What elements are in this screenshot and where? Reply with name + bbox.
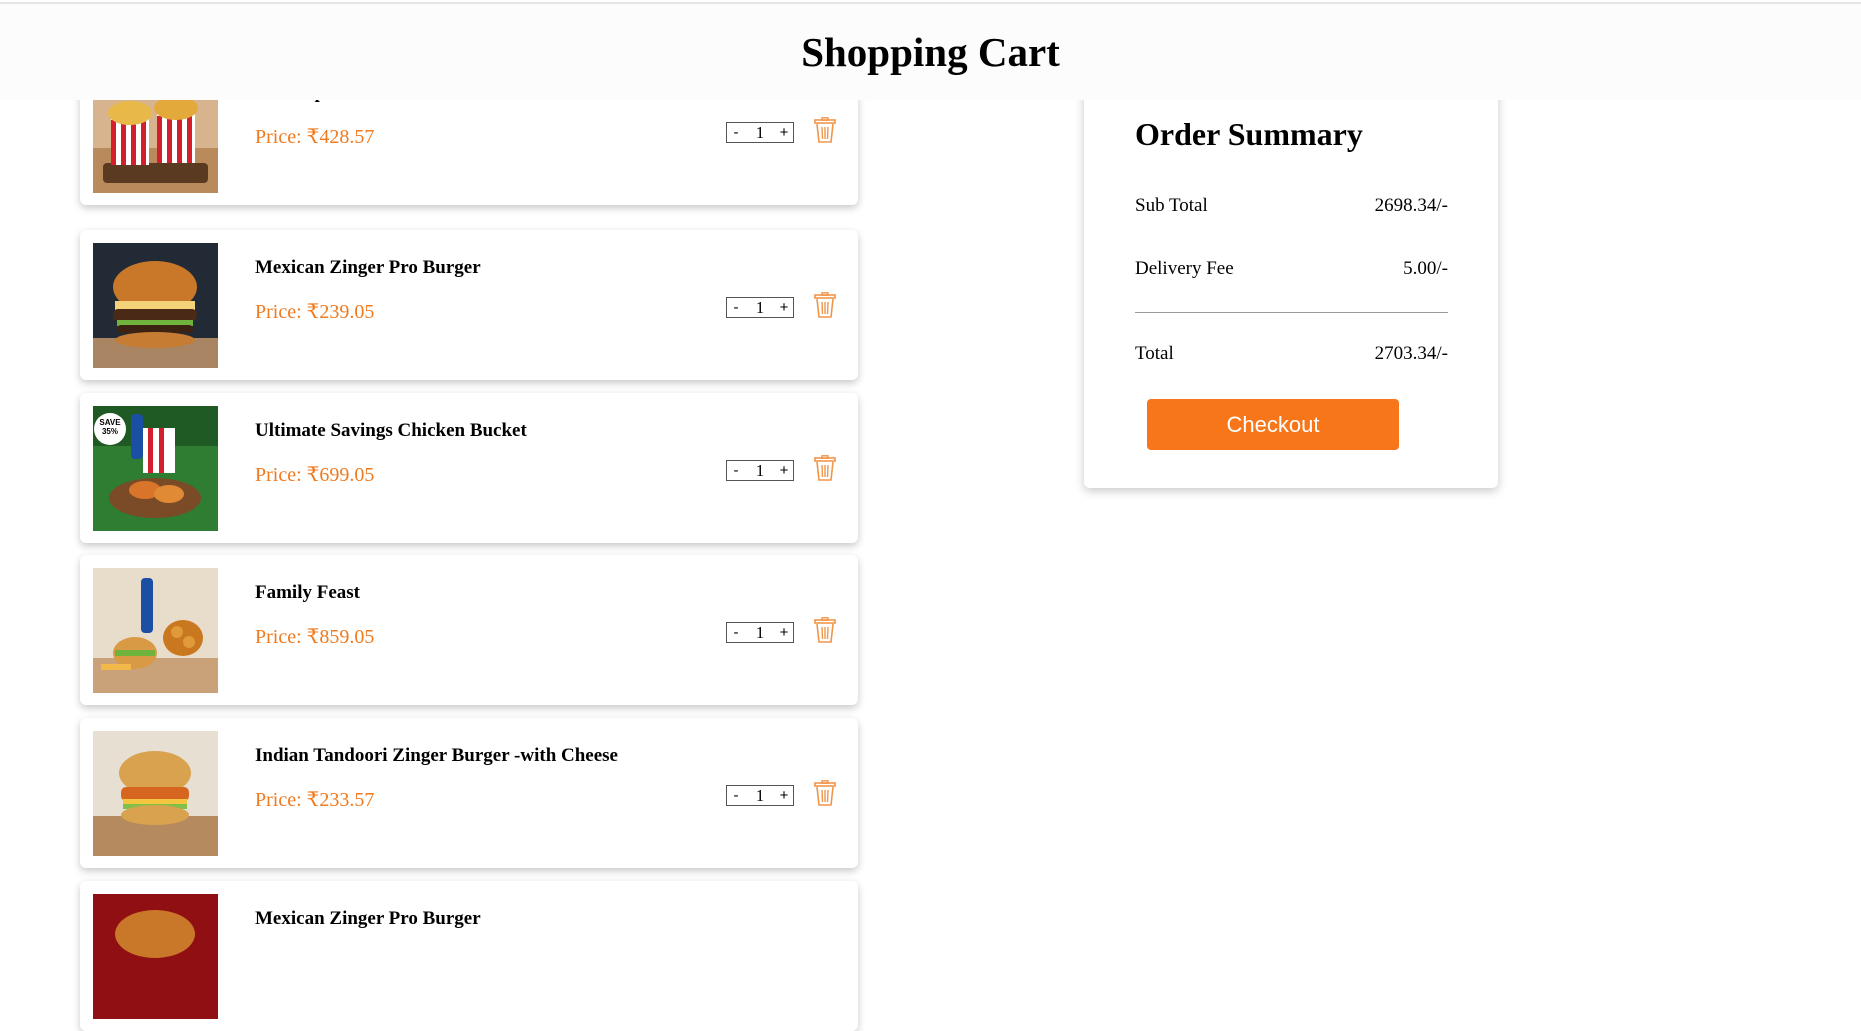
- subtotal-row: Sub Total 2698.34/-: [1135, 195, 1448, 217]
- delivery-fee-row: Delivery Fee 5.00/-: [1135, 258, 1448, 280]
- subtotal-value: 2698.34/-: [1374, 195, 1448, 216]
- increase-button[interactable]: +: [775, 787, 793, 804]
- item-name: Mexican Zinger Pro Burger: [255, 908, 481, 929]
- cart-item: Mexican Zinger Pro Burger: [80, 881, 858, 1031]
- product-image: SAVE 35%: [93, 406, 218, 531]
- product-image: [93, 243, 218, 368]
- summary-divider: [1135, 312, 1448, 313]
- promo-badge: SAVE 35%: [99, 418, 121, 436]
- checkout-button[interactable]: Checkout: [1147, 399, 1399, 450]
- item-price: Price: ₹859.05: [255, 626, 375, 648]
- quantity-value: 1: [755, 297, 765, 317]
- cart-item: SAVE 35% Ultimate Savings Chicken Bucket…: [80, 393, 858, 543]
- decrease-button[interactable]: -: [727, 787, 745, 804]
- increase-button[interactable]: +: [775, 299, 793, 316]
- decrease-button[interactable]: -: [727, 624, 745, 641]
- subtotal-label: Sub Total: [1135, 195, 1208, 216]
- product-image: [93, 731, 218, 856]
- item-price: Price: ₹428.57: [255, 126, 375, 148]
- quantity-stepper: - 1 +: [726, 460, 794, 481]
- cart-item: Family Feast Price: ₹859.05 - 1 +: [80, 555, 858, 705]
- quantity-stepper: - 1 +: [726, 297, 794, 318]
- decrease-button[interactable]: -: [727, 462, 745, 479]
- quantity-stepper: - 1 +: [726, 785, 794, 806]
- delivery-fee-label: Delivery Fee: [1135, 258, 1234, 279]
- trash-icon[interactable]: [814, 617, 836, 643]
- page-title: Shopping Cart: [801, 29, 1060, 75]
- item-price: Price: ₹233.57: [255, 789, 375, 811]
- trash-icon[interactable]: [814, 455, 836, 481]
- item-price: Price: ₹699.05: [255, 464, 375, 486]
- item-name: Mexican Zinger Pro Burger: [255, 257, 481, 278]
- item-name: Indian Tandoori Zinger Burger -with Chee…: [255, 745, 618, 766]
- order-summary: Order Summary Sub Total 2698.34/- Delive…: [1084, 72, 1498, 488]
- trash-icon[interactable]: [814, 780, 836, 806]
- trash-icon[interactable]: [814, 117, 836, 143]
- increase-button[interactable]: +: [775, 462, 793, 479]
- cart-item: Mexican Zinger Pro Burger Price: ₹239.05…: [80, 230, 858, 380]
- total-row: Total 2703.34/-: [1135, 343, 1448, 365]
- decrease-button[interactable]: -: [727, 299, 745, 316]
- quantity-value: 1: [755, 460, 765, 480]
- quantity-value: 1: [755, 785, 765, 805]
- quantity-value: 1: [755, 622, 765, 642]
- cart-list: Duo Popcorn Chicken Rice Bowlz Price: ₹4…: [80, 0, 858, 1031]
- increase-button[interactable]: +: [775, 124, 793, 141]
- quantity-stepper: - 1 +: [726, 622, 794, 643]
- decrease-button[interactable]: -: [727, 124, 745, 141]
- delivery-fee-value: 5.00/-: [1403, 258, 1448, 279]
- cart-item: Indian Tandoori Zinger Burger -with Chee…: [80, 718, 858, 868]
- trash-icon[interactable]: [814, 292, 836, 318]
- total-value: 2703.34/-: [1374, 343, 1448, 364]
- quantity-stepper: - 1 +: [726, 122, 794, 143]
- item-name: Family Feast: [255, 582, 361, 603]
- quantity-value: 1: [755, 122, 765, 142]
- total-label: Total: [1135, 343, 1174, 364]
- item-name: Ultimate Savings Chicken Bucket: [255, 420, 527, 441]
- increase-button[interactable]: +: [775, 624, 793, 641]
- item-price: Price: ₹239.05: [255, 301, 375, 323]
- product-image: [93, 568, 218, 693]
- page-header: Shopping Cart: [0, 4, 1861, 100]
- summary-title: Order Summary: [1135, 116, 1363, 152]
